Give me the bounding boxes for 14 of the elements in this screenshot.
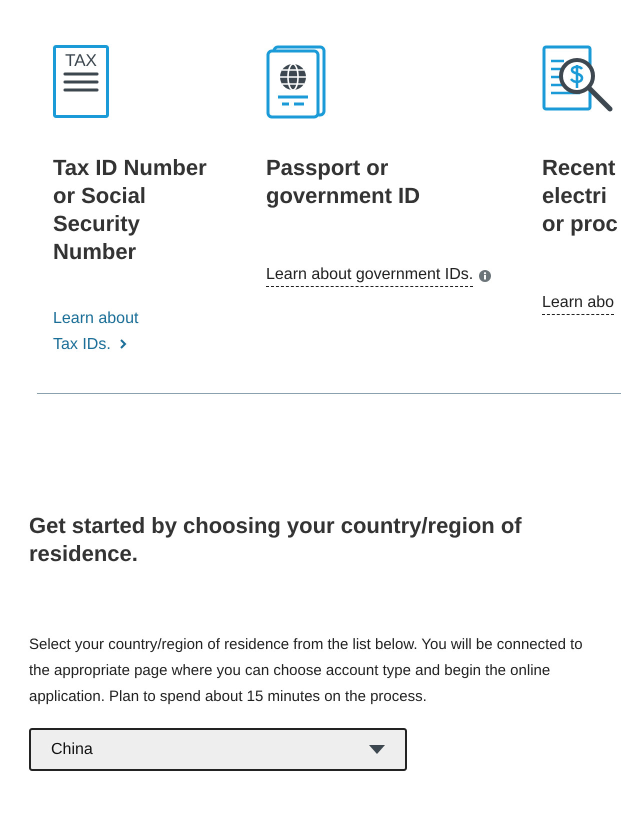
tax-label: TAX [65, 52, 97, 69]
card-title: Passport or government ID [266, 154, 422, 210]
card-title: Tax ID Number or Social Security Number [53, 154, 208, 266]
section-heading: Get started by choosing your country/region of residence. [29, 512, 523, 568]
card-title: Recent electri or proc [542, 154, 618, 238]
info-icon[interactable] [479, 270, 492, 282]
dropdown-caret-icon [369, 745, 385, 754]
learn-link[interactable]: Learn about Tax IDs. [53, 306, 266, 358]
chevron-right-icon [118, 338, 127, 350]
learn-link[interactable]: Learn abo [542, 292, 614, 315]
country-select[interactable]: China [29, 728, 407, 771]
intro-paragraph: Select your country/region of residence from the list below. You will be connected to the appropriate page where you can choose account type and begin the online application. Plan to spend about 15 minutes on the process. [29, 635, 584, 707]
passport-icon [266, 45, 328, 119]
learn-link[interactable]: Learn about government IDs. [266, 264, 474, 287]
